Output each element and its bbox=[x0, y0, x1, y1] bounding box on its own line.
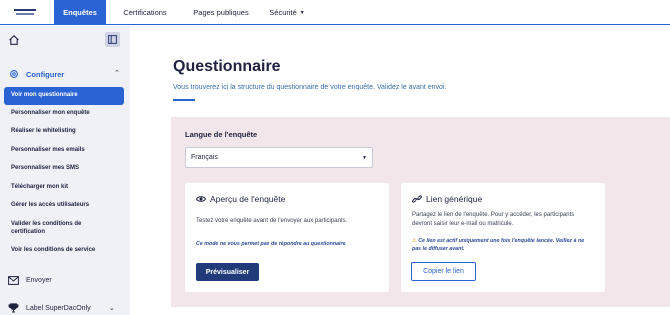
preview-card-title-text: Aperçu de l'enquête bbox=[210, 194, 286, 204]
link-icon bbox=[412, 195, 422, 203]
link-card-warning: ⚠ Ce lien est actif uniquement une fois … bbox=[412, 237, 592, 253]
app-logo[interactable] bbox=[12, 4, 38, 19]
sidebar-item-voir-questionnaire[interactable]: Voir mon questionnaire bbox=[4, 87, 124, 105]
language-select[interactable]: Français ▼ bbox=[185, 147, 373, 168]
tab-securite[interactable]: Sécurité ▼ bbox=[262, 0, 312, 25]
section-configurer-label: Configurer bbox=[26, 69, 65, 79]
sidebar-item-telecharger-kit[interactable]: Télécharger mon kit bbox=[4, 183, 124, 193]
sidebar-item-sms[interactable]: Personnaliser mes SMS bbox=[4, 164, 124, 174]
top-nav: Enquêtes Certifications Pages publiques … bbox=[0, 0, 670, 25]
warning-icon: ⚠ bbox=[412, 238, 417, 244]
caret-down-icon: ▼ bbox=[362, 155, 367, 161]
tab-certifications[interactable]: Certifications bbox=[113, 0, 177, 25]
sidebar-item-envoyer[interactable]: Envoyer bbox=[8, 276, 52, 285]
sidebar-toggle-icon bbox=[108, 35, 117, 44]
gear-icon bbox=[10, 70, 18, 78]
eye-icon bbox=[196, 196, 206, 202]
sidebar-item-emails[interactable]: Personnaliser mes emails bbox=[4, 146, 124, 156]
sidebar-item-label-text: Label SuperDacOnly bbox=[26, 304, 91, 312]
sidebar-item-envoyer-label: Envoyer bbox=[26, 277, 52, 284]
sidebar-item-conditions-certification[interactable]: Valider les conditions de certification bbox=[4, 220, 104, 237]
page-subtitle: Vous trouverez ici la structure du quest… bbox=[173, 84, 447, 91]
tab-enquetes[interactable]: Enquêtes bbox=[54, 0, 106, 25]
page-title: Questionnaire bbox=[173, 58, 281, 75]
chevron-down-icon: ▼ bbox=[299, 9, 305, 16]
preview-card-note: Ce mode ne vous permet pas de répondre a… bbox=[196, 241, 346, 247]
section-configurer[interactable]: Configurer ⌃ bbox=[4, 66, 126, 82]
tab-securite-label: Sécurité bbox=[269, 8, 297, 17]
link-card-text: Partagez le lien de l'enquête. Pour y ac… bbox=[412, 212, 575, 227]
tab-pages-publiques[interactable]: Pages publiques bbox=[183, 0, 259, 25]
sidebar-item-conditions-service[interactable]: Voir les conditions de service bbox=[4, 246, 124, 256]
preview-card-text: Testez votre enquête avant de l'envoyer … bbox=[196, 218, 348, 224]
chevron-up-icon: ⌃ bbox=[114, 70, 120, 77]
sidebar-item-personnaliser-enquete[interactable]: Personnaliser mon enquête bbox=[4, 109, 124, 119]
sidebar-item-whitelisting[interactable]: Réaliser le whitelisting bbox=[4, 127, 124, 137]
copier-lien-button[interactable]: Copier le lien bbox=[411, 262, 476, 281]
sidebar: Configurer ⌃ Voir mon questionnaire Pers… bbox=[0, 26, 130, 315]
language-select-value: Français bbox=[191, 154, 218, 161]
preview-card-title: Aperçu de l'enquête bbox=[196, 194, 285, 204]
link-card-title-text: Lien générique bbox=[426, 194, 483, 204]
link-card-warning-text: Ce lien est actif uniquement une fois l'… bbox=[412, 238, 585, 252]
sidebar-item-label[interactable]: Label SuperDacOnly ⌄ bbox=[8, 303, 115, 313]
sidebar-item-acces-utilisateurs[interactable]: Gérer les accès utilisateurs bbox=[4, 201, 124, 211]
chevron-down-icon: ⌄ bbox=[109, 305, 115, 312]
language-label: Langue de l'enquête bbox=[185, 130, 258, 139]
collapse-sidebar-button[interactable] bbox=[105, 32, 120, 47]
link-card-title: Lien générique bbox=[412, 194, 482, 204]
title-underline bbox=[173, 99, 195, 101]
envelope-icon bbox=[8, 276, 19, 285]
previsualiser-button[interactable]: Prévisualiser bbox=[196, 263, 259, 281]
trophy-icon bbox=[8, 303, 19, 313]
home-icon[interactable] bbox=[8, 34, 20, 46]
